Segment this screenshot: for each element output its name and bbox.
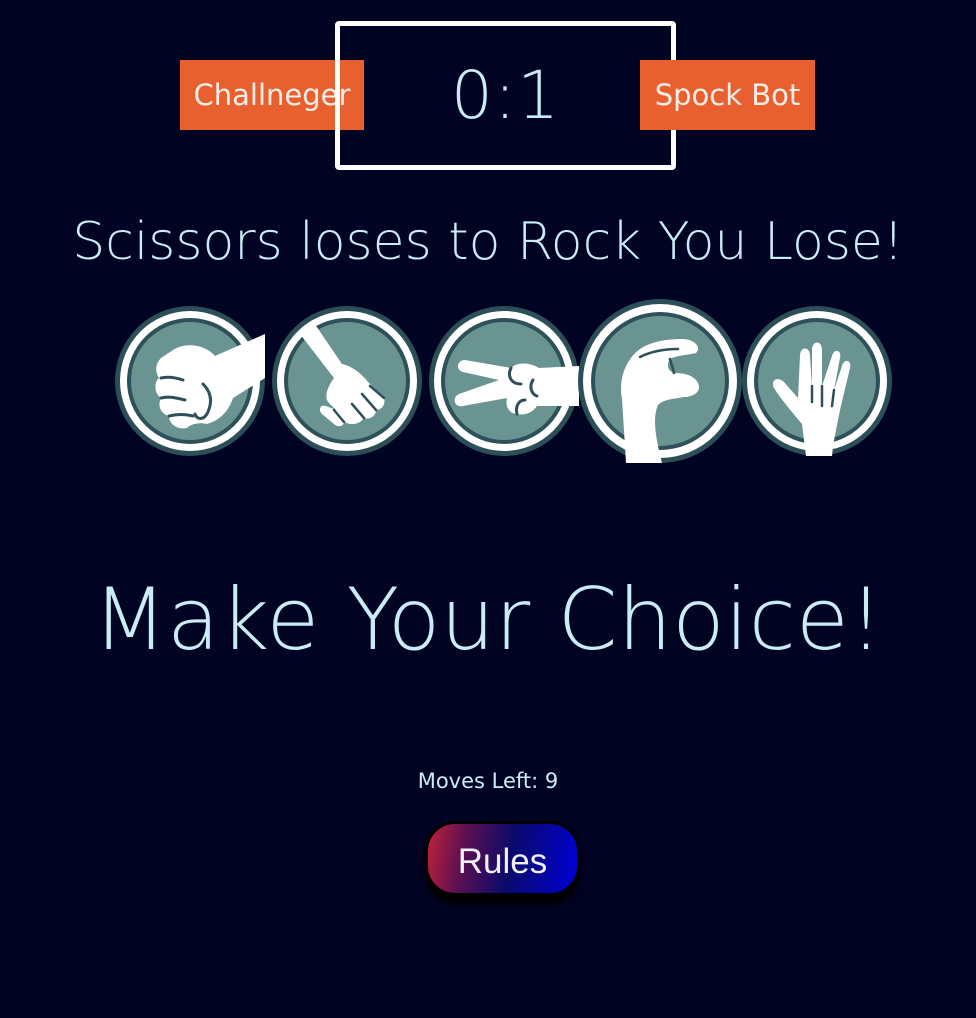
choice-spock-button[interactable] — [742, 306, 892, 456]
score-display: 0:1 — [450, 57, 561, 134]
vulcan-salute-icon — [772, 342, 851, 456]
fist-icon — [155, 334, 265, 429]
scoreboard: 0:1 — [335, 21, 676, 170]
choice-paper-button[interactable] — [272, 306, 422, 456]
open-hand-icon — [300, 320, 386, 427]
rules-button[interactable]: Rules — [425, 821, 580, 896]
game-screen: Challneger 0:1 Spock Bot Scissors loses … — [0, 0, 976, 1018]
round-result: Scissors loses to Rock You Lose! — [72, 212, 904, 272]
moves-left-counter: Moves Left: 9 — [417, 769, 559, 793]
choice-rock-button[interactable] — [115, 306, 265, 456]
opponent-name-label: Spock Bot — [640, 60, 815, 130]
lizard-hand-icon — [620, 339, 700, 463]
choice-scissors-button[interactable] — [429, 306, 579, 456]
scissors-hand-icon — [454, 360, 579, 416]
choice-lizard-button[interactable] — [578, 299, 742, 463]
choice-prompt: Make Your Choice! — [92, 570, 884, 670]
